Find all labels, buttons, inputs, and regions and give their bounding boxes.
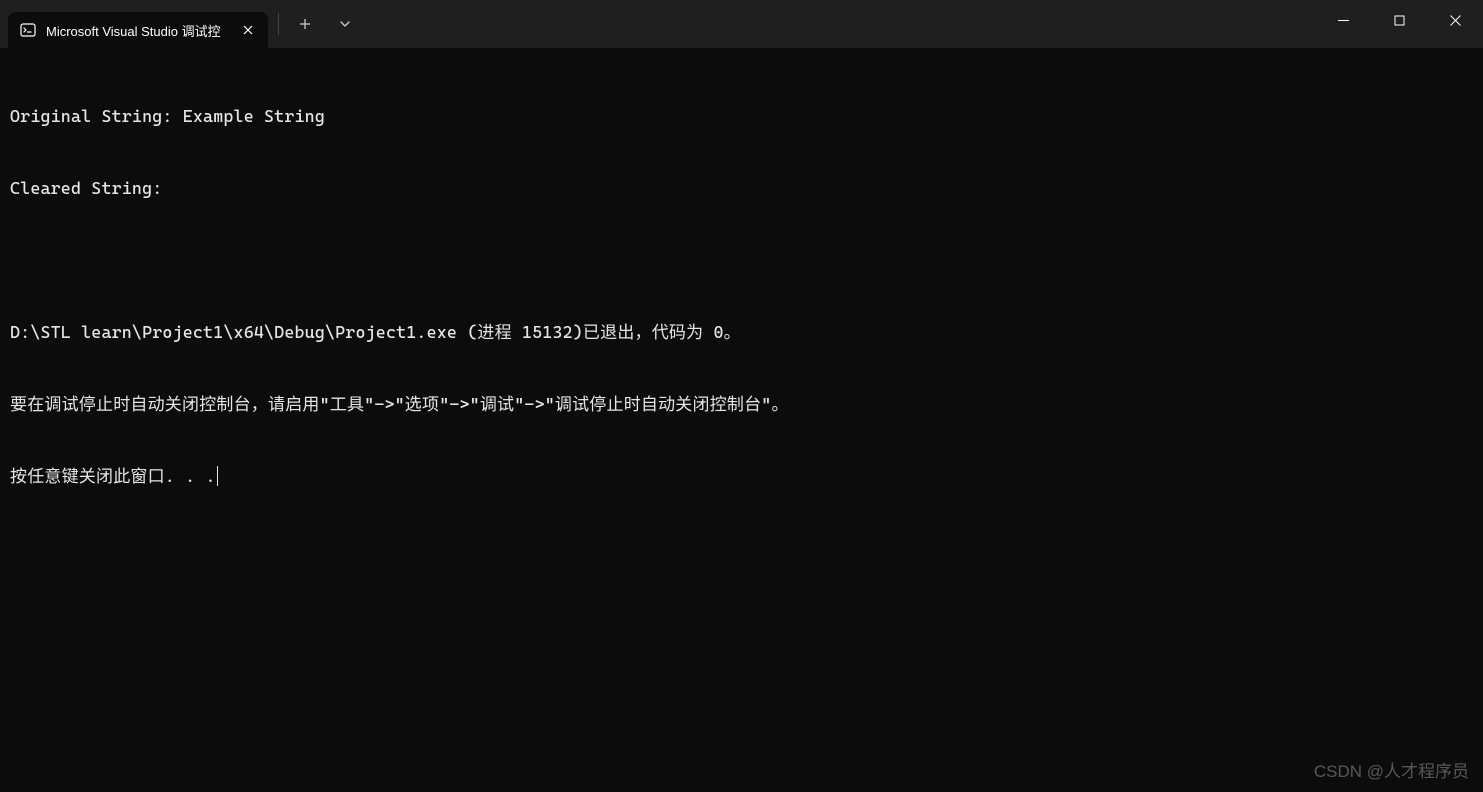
terminal-line: D:\STL learn\Project1\x64\Debug\Project1…: [10, 320, 1473, 344]
tab-title: Microsoft Visual Studio 调试控: [46, 21, 230, 40]
tab-dropdown-button[interactable]: [327, 6, 363, 42]
maximize-button[interactable]: [1371, 0, 1427, 40]
tabbar-actions: [274, 0, 363, 48]
titlebar: Microsoft Visual Studio 调试控: [0, 0, 1483, 48]
close-window-button[interactable]: [1427, 0, 1483, 40]
window-controls: [1315, 0, 1483, 40]
text-cursor: [217, 466, 218, 486]
terminal-icon: [20, 22, 36, 38]
tab-divider: [278, 13, 279, 35]
terminal-line: [10, 248, 1473, 272]
terminal-output[interactable]: Original String: Example String Cleared …: [0, 48, 1483, 520]
active-tab[interactable]: Microsoft Visual Studio 调试控: [8, 12, 268, 48]
terminal-line: 要在调试停止时自动关闭控制台，请启用"工具"->"选项"->"调试"->"调试停…: [10, 392, 1473, 416]
terminal-line: Original String: Example String: [10, 104, 1473, 128]
new-tab-button[interactable]: [287, 6, 323, 42]
terminal-line: Cleared String:: [10, 176, 1473, 200]
watermark: CSDN @人才程序员: [1314, 757, 1469, 782]
tab-close-button[interactable]: [240, 22, 256, 38]
minimize-button[interactable]: [1315, 0, 1371, 40]
terminal-line: 按任意键关闭此窗口. . .: [10, 464, 1473, 488]
